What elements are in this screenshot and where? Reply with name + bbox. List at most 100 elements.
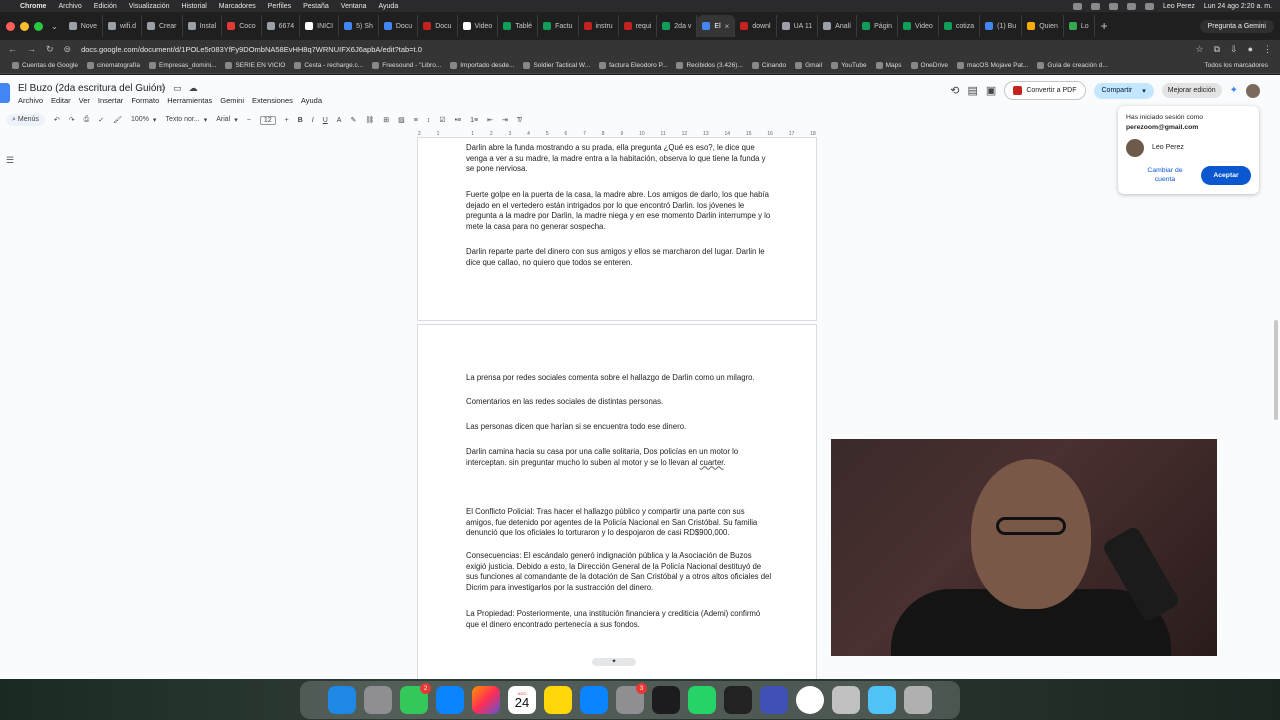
bookmark-item[interactable]: Recibidos (3.426)... [676,62,743,69]
status-icon[interactable] [1108,2,1118,10]
docs-menu-item[interactable]: Ver [79,96,90,105]
bookmark-item[interactable]: factura Eleodoro P... [599,62,667,69]
share-button[interactable]: Compartir ▾ [1093,82,1154,99]
comment-icon[interactable]: ⊞ [383,116,389,124]
safari-icon[interactable] [436,686,464,714]
search-menus-button[interactable]: ⌕ Menús [6,114,45,126]
history-icon[interactable]: ⟲ [950,84,959,97]
menu-edicion[interactable]: Edición [94,3,117,10]
meet-icon[interactable]: ▣ [986,84,996,97]
back-icon[interactable]: ← [8,44,17,54]
avatar[interactable] [1246,83,1260,98]
style-select[interactable]: Texto nor... ▾ [165,116,207,124]
quicktime-icon[interactable] [868,686,896,714]
underline-icon[interactable]: U [323,117,328,124]
increase-indent-icon[interactable]: ⇥ [502,116,508,124]
launchpad-icon[interactable] [364,686,392,714]
doc-paragraph[interactable]: Darlin reparte parte del dinero con sus … [466,247,772,268]
docs-logo-icon[interactable] [0,83,10,103]
menu-marcadores[interactable]: Marcadores [219,3,256,10]
close-window-button[interactable] [6,21,15,31]
bookmark-item[interactable]: Freesound - "Libro... [372,62,441,69]
gemini-fab[interactable]: ✦ [592,658,636,666]
browser-tab[interactable]: Tablé [498,15,539,37]
browser-tab[interactable]: Docu [379,15,419,37]
menu-clock[interactable]: Lun 24 ago 2:20 a. m. [1204,3,1272,10]
browser-tab[interactable]: (1) Bu [980,15,1023,37]
doc-page[interactable]: Darlin abre la funda mostrando a su prad… [417,137,817,321]
paint-format-icon[interactable]: 🖌 [113,116,122,124]
image-icon[interactable]: ▨ [398,116,405,124]
finder-icon[interactable] [328,686,356,714]
doc-paragraph[interactable]: Las personas dicen que harían si se encu… [466,422,772,433]
bookmark-item[interactable]: Gmail [795,62,822,69]
browser-tab[interactable]: El × [697,15,736,37]
text-color-icon[interactable]: A [337,117,342,124]
browser-tab[interactable]: Video [458,15,499,37]
bookmark-item[interactable]: Cesta - recharge.c... [294,62,363,69]
browser-tab[interactable]: instru [579,15,619,37]
font-size-input[interactable]: 12 [259,115,276,125]
browser-tab[interactable]: Crear [142,15,183,37]
link-icon[interactable]: ⛓ [365,116,374,124]
trash-icon[interactable] [904,686,932,714]
bookmark-item[interactable]: Soldier Tactical W... [523,62,590,69]
align-icon[interactable]: ≡ [414,117,418,124]
reload-icon[interactable]: ↻ [46,44,54,55]
photos-icon[interactable] [472,686,500,714]
doc-title[interactable]: El Buzo (2da escritura del Guión) [18,83,165,94]
improve-editing-button[interactable]: Mejorar edición [1161,83,1222,98]
notes-icon[interactable] [544,686,572,714]
bookmark-item[interactable]: cinematografía [87,62,140,69]
menu-app-name[interactable]: Chrome [20,3,46,10]
switch-account-link[interactable]: Cambiar de cuenta [1140,166,1190,184]
browser-tab[interactable]: Lo [1064,15,1095,37]
all-bookmarks-button[interactable]: Todos los marcadores [1204,62,1268,69]
ask-gemini-button[interactable]: Pregunta a Gemini [1199,19,1274,33]
bullet-list-icon[interactable]: •≡ [455,117,462,124]
forward-icon[interactable]: → [27,44,36,54]
menu-pestana[interactable]: Pestaña [303,3,329,10]
url-field[interactable]: docs.google.com/document/d/1POLe5r083YfF… [81,45,1195,54]
scrollbar[interactable] [1274,320,1278,420]
bookmark-item[interactable]: Empresas_domini... [149,62,216,69]
bookmark-item[interactable]: OneDrive [910,62,948,69]
browser-tab[interactable]: 5) Sh [339,15,379,37]
doc-paragraph[interactable]: La Propiedad: Posteriormente, una instit… [466,609,772,630]
browser-tab[interactable]: cotiza [939,15,981,37]
docs-menu-item[interactable]: Herramientas [167,96,212,105]
doc-paragraph[interactable]: Consecuencias: El escándalo generó indig… [466,551,772,593]
increase-font-icon[interactable]: + [285,117,289,124]
download-icon[interactable]: ⇩ [1230,44,1238,55]
line-spacing-icon[interactable]: ↕ [427,117,431,124]
browser-tab[interactable]: Analí [818,15,858,37]
minimize-window-button[interactable] [20,21,29,31]
browser-tab[interactable]: Video [898,15,939,37]
menu-ayuda[interactable]: Ayuda [379,3,399,10]
browser-tab[interactable]: Nove [64,15,104,37]
calendar-icon[interactable]: AGO 24 [508,686,536,714]
menu-perfiles[interactable]: Perfiles [268,3,291,10]
zoom-select[interactable]: 100% ▾ [131,116,156,124]
browser-tab[interactable]: requi [619,15,658,37]
menu-user-name[interactable]: Leo Perez [1163,3,1195,10]
redo-icon[interactable]: ↷ [69,116,75,124]
doc-paragraph[interactable]: Comentarios en las redes sociales de dis… [466,397,772,408]
convert-pdf-button[interactable]: Convertir a PDF [1004,81,1086,100]
docs-menu-item[interactable]: Gemini [220,96,244,105]
gemini-icon[interactable]: ✦ [1230,85,1238,96]
browser-tab[interactable]: downl [735,15,777,37]
spellcheck-icon[interactable]: ✓ [98,116,104,124]
doc-paragraph[interactable]: El Conflicto Policial: Tras hacer el hal… [466,507,772,539]
clear-formatting-icon[interactable]: T̸ [517,117,521,124]
app-store-icon[interactable] [580,686,608,714]
browser-tab[interactable]: UA 11 [777,15,819,37]
browser-tab[interactable]: Quien [1022,15,1064,37]
browser-tab[interactable]: 2da v [657,15,698,37]
messages-icon[interactable]: 2 [400,683,431,714]
spelling-error[interactable]: cuarter [700,458,724,467]
bookmark-item[interactable]: SERIE EN VICIO [225,62,285,69]
docs-menu-item[interactable]: Formato [131,96,159,105]
accept-button[interactable]: Aceptar [1201,166,1251,185]
battery-icon[interactable] [1144,2,1154,10]
